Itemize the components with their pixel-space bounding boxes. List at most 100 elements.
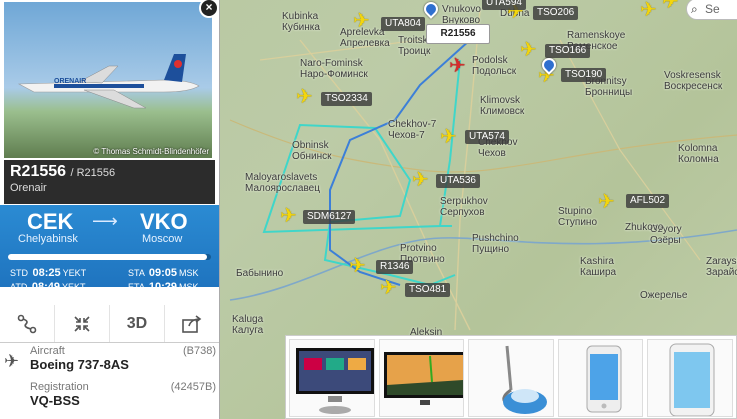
flight-label[interactable]: SDM6127	[303, 210, 356, 224]
city-label: Кубинка	[282, 22, 320, 33]
origin-code: CEK	[27, 209, 74, 234]
city-label: Бабынино	[236, 268, 284, 279]
registration-value: VQ-BSS	[30, 393, 80, 408]
city-label: Чехов	[478, 148, 506, 159]
ad-tv2-item[interactable]	[378, 339, 465, 417]
svg-text:ORENAIR: ORENAIR	[54, 78, 86, 85]
flight-info-panel: ORENAIR © Thomas Schmidt-Blindenhöfer × …	[0, 0, 220, 419]
ad-tv-item[interactable]	[289, 339, 375, 417]
airplane-icon[interactable]: ✈	[380, 278, 397, 298]
city-label: Naro-Fominsk	[300, 58, 363, 69]
airplane-icon[interactable]: ✈	[640, 0, 657, 20]
city-label: Малоярославец	[245, 183, 320, 194]
flight-label[interactable]: AFL502	[626, 194, 670, 208]
airplane-icon[interactable]: ✈	[296, 87, 313, 107]
selected-flight-callout[interactable]: R21556	[426, 24, 490, 44]
city-label: Коломна	[678, 154, 719, 165]
flight-label[interactable]: UTA536	[436, 174, 480, 188]
route-panel: CEK Chelyabinsk ⟶ VKO Moscow STD 08:25 YE…	[0, 205, 219, 293]
registration-label: Registration	[30, 381, 89, 393]
flight-label[interactable]: TSO481	[405, 283, 451, 297]
city-label: Наро-Фоминск	[300, 69, 368, 80]
airplane-icon[interactable]: ✈	[412, 170, 429, 190]
flight-toolbar: 3D	[0, 305, 219, 343]
search-icon: ⌕	[691, 2, 698, 16]
airplane-icon[interactable]: ✈	[349, 256, 366, 276]
city-label: Климовск	[480, 106, 525, 117]
city-label: Maloyaroslavets	[245, 172, 318, 183]
city-label: Kashira	[580, 256, 614, 267]
flight-label[interactable]: TSO2334	[321, 92, 372, 106]
airplane-icon[interactable]: ✈	[280, 206, 297, 226]
photo-credit: © Thomas Schmidt-Blindenhöfer	[93, 147, 209, 156]
ad-banner[interactable]	[285, 335, 737, 419]
city-label: Бронницы	[585, 87, 633, 98]
registration-code: (42457B)	[170, 381, 216, 393]
aircraft-value: Boeing 737-8AS	[30, 357, 129, 372]
flight-callsign: R21556	[10, 163, 67, 180]
compress-icon[interactable]	[55, 305, 110, 342]
selected-airplane-icon[interactable]: ✈	[449, 56, 466, 76]
eta-row: ETA 10:29 MSK	[128, 281, 199, 293]
aircraft-image-icon: ORENAIR	[17, 54, 200, 109]
std-row: STD 08:25 YEKT	[10, 267, 87, 279]
city-label: Чехов-7	[388, 130, 425, 141]
city-label: Пущино	[472, 244, 510, 255]
city-label: Воскресенск	[664, 81, 723, 92]
city-label: Voskresensk	[664, 70, 721, 81]
city-label: Chekhov-7	[388, 119, 437, 130]
ad-phone-item[interactable]	[557, 339, 644, 417]
airplane-icon[interactable]: ✈	[353, 11, 370, 31]
city-label: Pushchino	[472, 233, 519, 244]
flight-label[interactable]: R1346	[376, 260, 414, 274]
flight-label[interactable]: TSO166	[545, 44, 591, 58]
search-box[interactable]: ⌕ Se	[686, 0, 737, 20]
close-button[interactable]: ×	[199, 0, 219, 18]
city-label: Серпухов	[440, 207, 485, 218]
city-label: Апрелевка	[340, 38, 390, 49]
city-label: Ramenskoye	[567, 30, 626, 41]
city-label: Protvino	[400, 243, 437, 254]
airplane-icon[interactable]: ✈	[520, 40, 537, 60]
aircraft-photo[interactable]: ORENAIR © Thomas Schmidt-Blindenhöfer	[4, 2, 212, 158]
flight-progress-bar	[8, 254, 211, 260]
atd-row: ATD 08:49 YEKT	[10, 281, 86, 293]
city-label: Ступино	[558, 217, 597, 228]
city-label: Podolsk	[472, 55, 508, 66]
flight-label[interactable]: UTA804	[381, 17, 425, 31]
view-3d-button[interactable]: 3D	[110, 305, 165, 342]
progress-fill	[8, 254, 207, 260]
city-label: Kaluga	[232, 314, 264, 325]
city-label: Калуга	[232, 325, 264, 336]
city-label: Ожерелье	[640, 290, 688, 301]
sta-row: STA 09:05 MSK	[128, 267, 199, 279]
airplane-icon[interactable]: ✈	[440, 127, 457, 147]
origin-city: Chelyabinsk	[18, 233, 78, 245]
ad-vacuum-item[interactable]	[468, 339, 554, 417]
city-label: Троицк	[398, 46, 431, 57]
flight-header: R21556 / R21556 Orenair	[4, 160, 215, 204]
aircraft-label: Aircraft	[30, 345, 65, 357]
airplane-icon[interactable]: ✈	[598, 192, 615, 212]
city-label: Zaraysk	[706, 256, 737, 267]
route-arrow-icon: ⟶	[92, 211, 118, 231]
airline-name: Orenair	[10, 182, 47, 194]
city-label: Kubinka	[282, 11, 319, 22]
ad-phone2-item[interactable]	[647, 339, 733, 417]
city-label: Stupino	[558, 206, 592, 217]
city-label: Зарайск	[706, 267, 737, 278]
flight-alt-callsign: / R21556	[70, 167, 116, 179]
aircraft-row: (B738) Aircraft Boeing 737-8AS	[30, 345, 216, 372]
airplane-icon[interactable]: ✈	[662, 0, 679, 12]
flight-label[interactable]: TSO190	[561, 68, 607, 82]
flight-label[interactable]: TSO206	[533, 6, 579, 20]
flight-label[interactable]: UTA574	[465, 130, 509, 144]
search-input[interactable]: Se	[705, 2, 720, 16]
flight-label[interactable]: UTA594	[482, 0, 526, 10]
city-label: Vnukovo	[442, 4, 481, 15]
route-icon[interactable]	[0, 305, 55, 342]
aircraft-code: (B738)	[182, 345, 216, 357]
registration-row: (42457B) Registration VQ-BSS	[30, 381, 216, 408]
share-icon[interactable]	[165, 305, 219, 342]
city-label: Obninsk	[292, 140, 329, 151]
